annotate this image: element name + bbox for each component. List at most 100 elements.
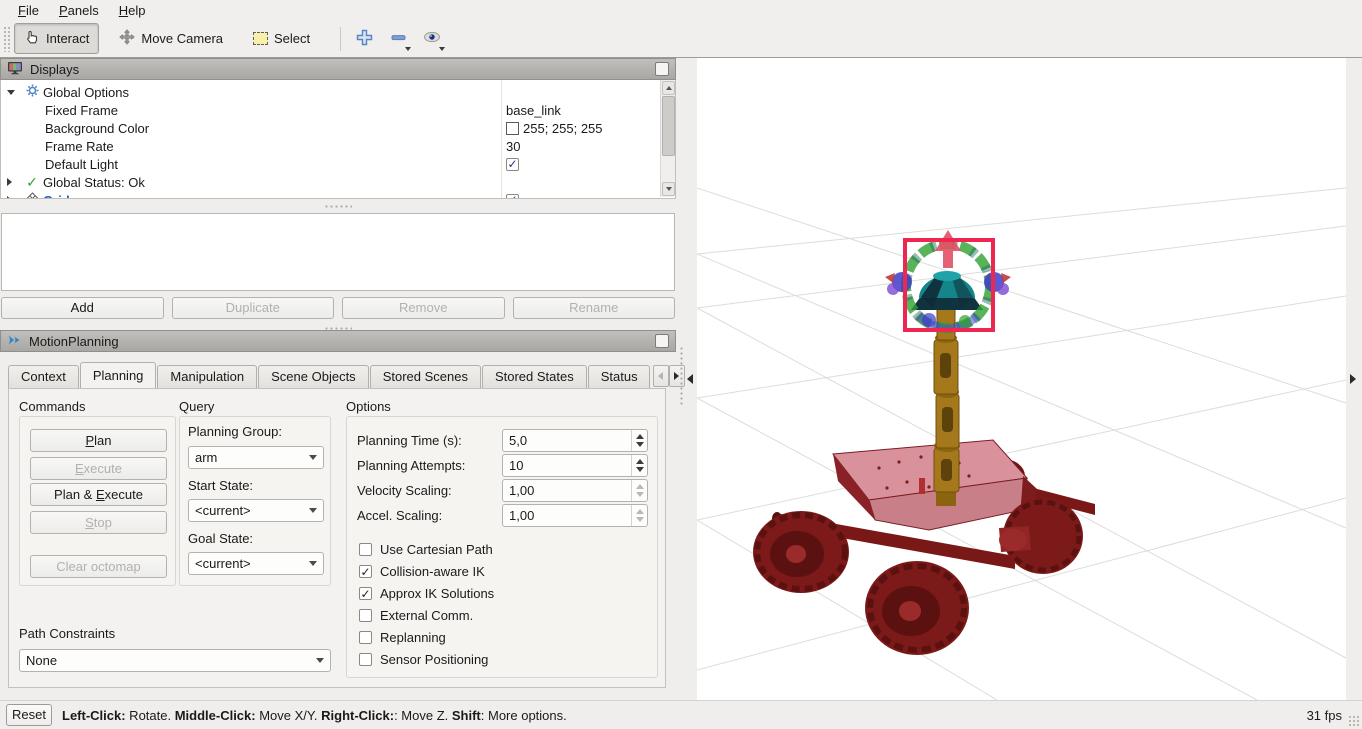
collision-aware-ik-row: Collision-aware IK [359,564,485,579]
tree-label: Frame Rate [45,138,114,154]
tab-planning[interactable]: Planning [79,362,157,388]
tab-scene-objects[interactable]: Scene Objects [258,365,369,388]
planning-time-spinner[interactable]: 5,0 [502,429,648,452]
motionplanning-content: Context Planning Manipulation Scene Obje… [0,352,685,690]
expander-right-icon[interactable] [7,178,17,186]
tab-context[interactable]: Context [8,365,79,388]
expander-down-icon[interactable] [7,89,17,95]
replanning-checkbox[interactable] [359,631,372,644]
tree-label: Global Status: Ok [43,174,145,190]
fps-counter: 31 fps [1306,707,1342,723]
approx-ik-solutions-checkbox[interactable] [359,587,372,600]
approx-ik-solutions-row: Approx IK Solutions [359,586,494,601]
chevron-down-icon [405,46,412,51]
fixed-frame-value[interactable]: base_link [506,103,561,118]
checkbox-label: Sensor Positioning [380,652,489,667]
tool-visibility-button[interactable] [419,26,446,52]
minus-icon [390,29,407,49]
query-group: Planning Group: arm Start State: <curren… [179,416,331,586]
use-cartesian-path-checkbox[interactable] [359,543,372,556]
duplicate-button: Duplicate [171,297,334,319]
sensor-positioning-checkbox[interactable] [359,653,372,666]
tree-row-frame-rate[interactable]: Frame Rate 30 [1,137,656,155]
spinner-arrows[interactable] [631,455,647,476]
scroll-up-button[interactable] [662,81,675,95]
panel-float-button[interactable] [655,62,669,76]
panel-splitter[interactable] [0,199,676,213]
add-tool-button[interactable] [351,26,377,52]
tree-row-global-options[interactable]: Global Options [1,83,656,101]
checkbox-label: Approx IK Solutions [380,586,495,601]
menu-help[interactable]: Help [109,2,156,19]
menu-file[interactable]: File [8,2,49,19]
select-tool-button[interactable]: Select [243,25,320,52]
accel-scaling-spinner[interactable]: 1,00 [502,504,648,527]
remove-tool-button[interactable] [385,26,412,52]
plan-and-execute-button[interactable]: Plan & Execute [30,483,167,506]
sensor-positioning-row: Sensor Positioning [359,652,488,667]
chevron-down-icon [316,658,324,663]
tree-row-global-status[interactable]: ✓ Global Status: Ok [1,173,656,191]
commands-heading: Commands [19,399,86,414]
interact-tool-button[interactable]: Interact [14,23,100,54]
panel-float-button[interactable] [655,334,669,348]
frame-rate-value[interactable]: 30 [506,139,520,154]
external-comm-row: External Comm. [359,608,473,623]
tool-bar: Interact Move Camera Select [0,20,1362,58]
chevron-down-icon [309,561,317,566]
tree-row-grid[interactable]: Grid [1,191,656,198]
commands-group: Plan Execute Plan & Execute Stop Clear o… [19,416,176,586]
execute-button: Execute [30,457,167,480]
query-heading: Query [179,399,215,414]
goal-state-combo[interactable]: <current> [188,552,324,575]
tree-row-fixed-frame[interactable]: Fixed Frame base_link [1,101,656,119]
displays-panel-titlebar[interactable]: Displays [0,58,676,80]
tree-scrollbar[interactable] [660,80,675,197]
velocity-scaling-spinner[interactable]: 1,00 [502,479,648,502]
default-light-checkbox[interactable] [506,157,519,171]
start-state-combo[interactable]: <current> [188,499,324,522]
motion-planning-icon [7,333,22,350]
tab-stored-scenes[interactable]: Stored Scenes [369,365,481,388]
move-camera-tool-label: Move Camera [141,31,223,46]
motionplanning-panel-titlebar[interactable]: MotionPlanning [0,330,676,352]
marker-arrow-up[interactable] [935,230,961,268]
path-constraints-combo[interactable]: None [19,649,331,672]
collapse-right-arrow-icon[interactable] [1350,374,1356,384]
dock-splitter[interactable] [676,58,697,700]
menu-panels[interactable]: Panels [49,2,109,19]
displays-tree[interactable]: Global Options Fixed Frame base_link Bac… [0,80,676,199]
main-area: Displays Global Options Fixed Frame base… [0,58,1362,701]
spinner-arrows[interactable] [631,430,647,451]
status-ok-check-icon: ✓ [26,173,38,190]
collapse-left-arrow-icon[interactable] [687,374,693,384]
tab-status[interactable]: Status [587,365,650,388]
tab-manipulation[interactable]: Manipulation [157,365,258,388]
scroll-down-button[interactable] [662,182,675,196]
eye-icon [423,30,441,47]
reset-button[interactable]: Reset [6,704,52,726]
collision-aware-ik-checkbox[interactable] [359,565,372,578]
add-button[interactable]: Add [1,297,164,319]
tab-stored-states[interactable]: Stored States [481,365,587,388]
planning-attempts-spinner[interactable]: 10 [502,454,648,477]
robot-arm [933,307,960,506]
motionplanning-tabbar: Context Planning Manipulation Scene Obje… [8,362,685,388]
planning-group-combo[interactable]: arm [188,446,324,469]
accel-scaling-label: Accel. Scaling: [357,508,443,523]
tree-row-background-color[interactable]: Background Color 255; 255; 255 [1,119,656,137]
3d-viewport[interactable] [696,58,1347,701]
monitor-icon [7,61,23,78]
window-resize-grip[interactable] [1348,715,1360,727]
tree-row-default-light[interactable]: Default Light [1,155,656,173]
mouse-hints: Left-Click: Rotate. Middle-Click: Move X… [62,707,567,723]
tab-scroll-left-button [652,365,669,387]
scrollbar-thumb[interactable] [662,96,675,156]
checkbox-label: Use Cartesian Path [380,542,493,557]
right-dock-strip[interactable] [1346,58,1362,700]
plan-button[interactable]: Plan [30,429,167,452]
wheel [753,511,849,593]
move-camera-tool-button[interactable]: Move Camera [109,23,233,54]
external-comm-checkbox[interactable] [359,609,372,622]
toolbar-drag-handle[interactable] [3,25,10,52]
